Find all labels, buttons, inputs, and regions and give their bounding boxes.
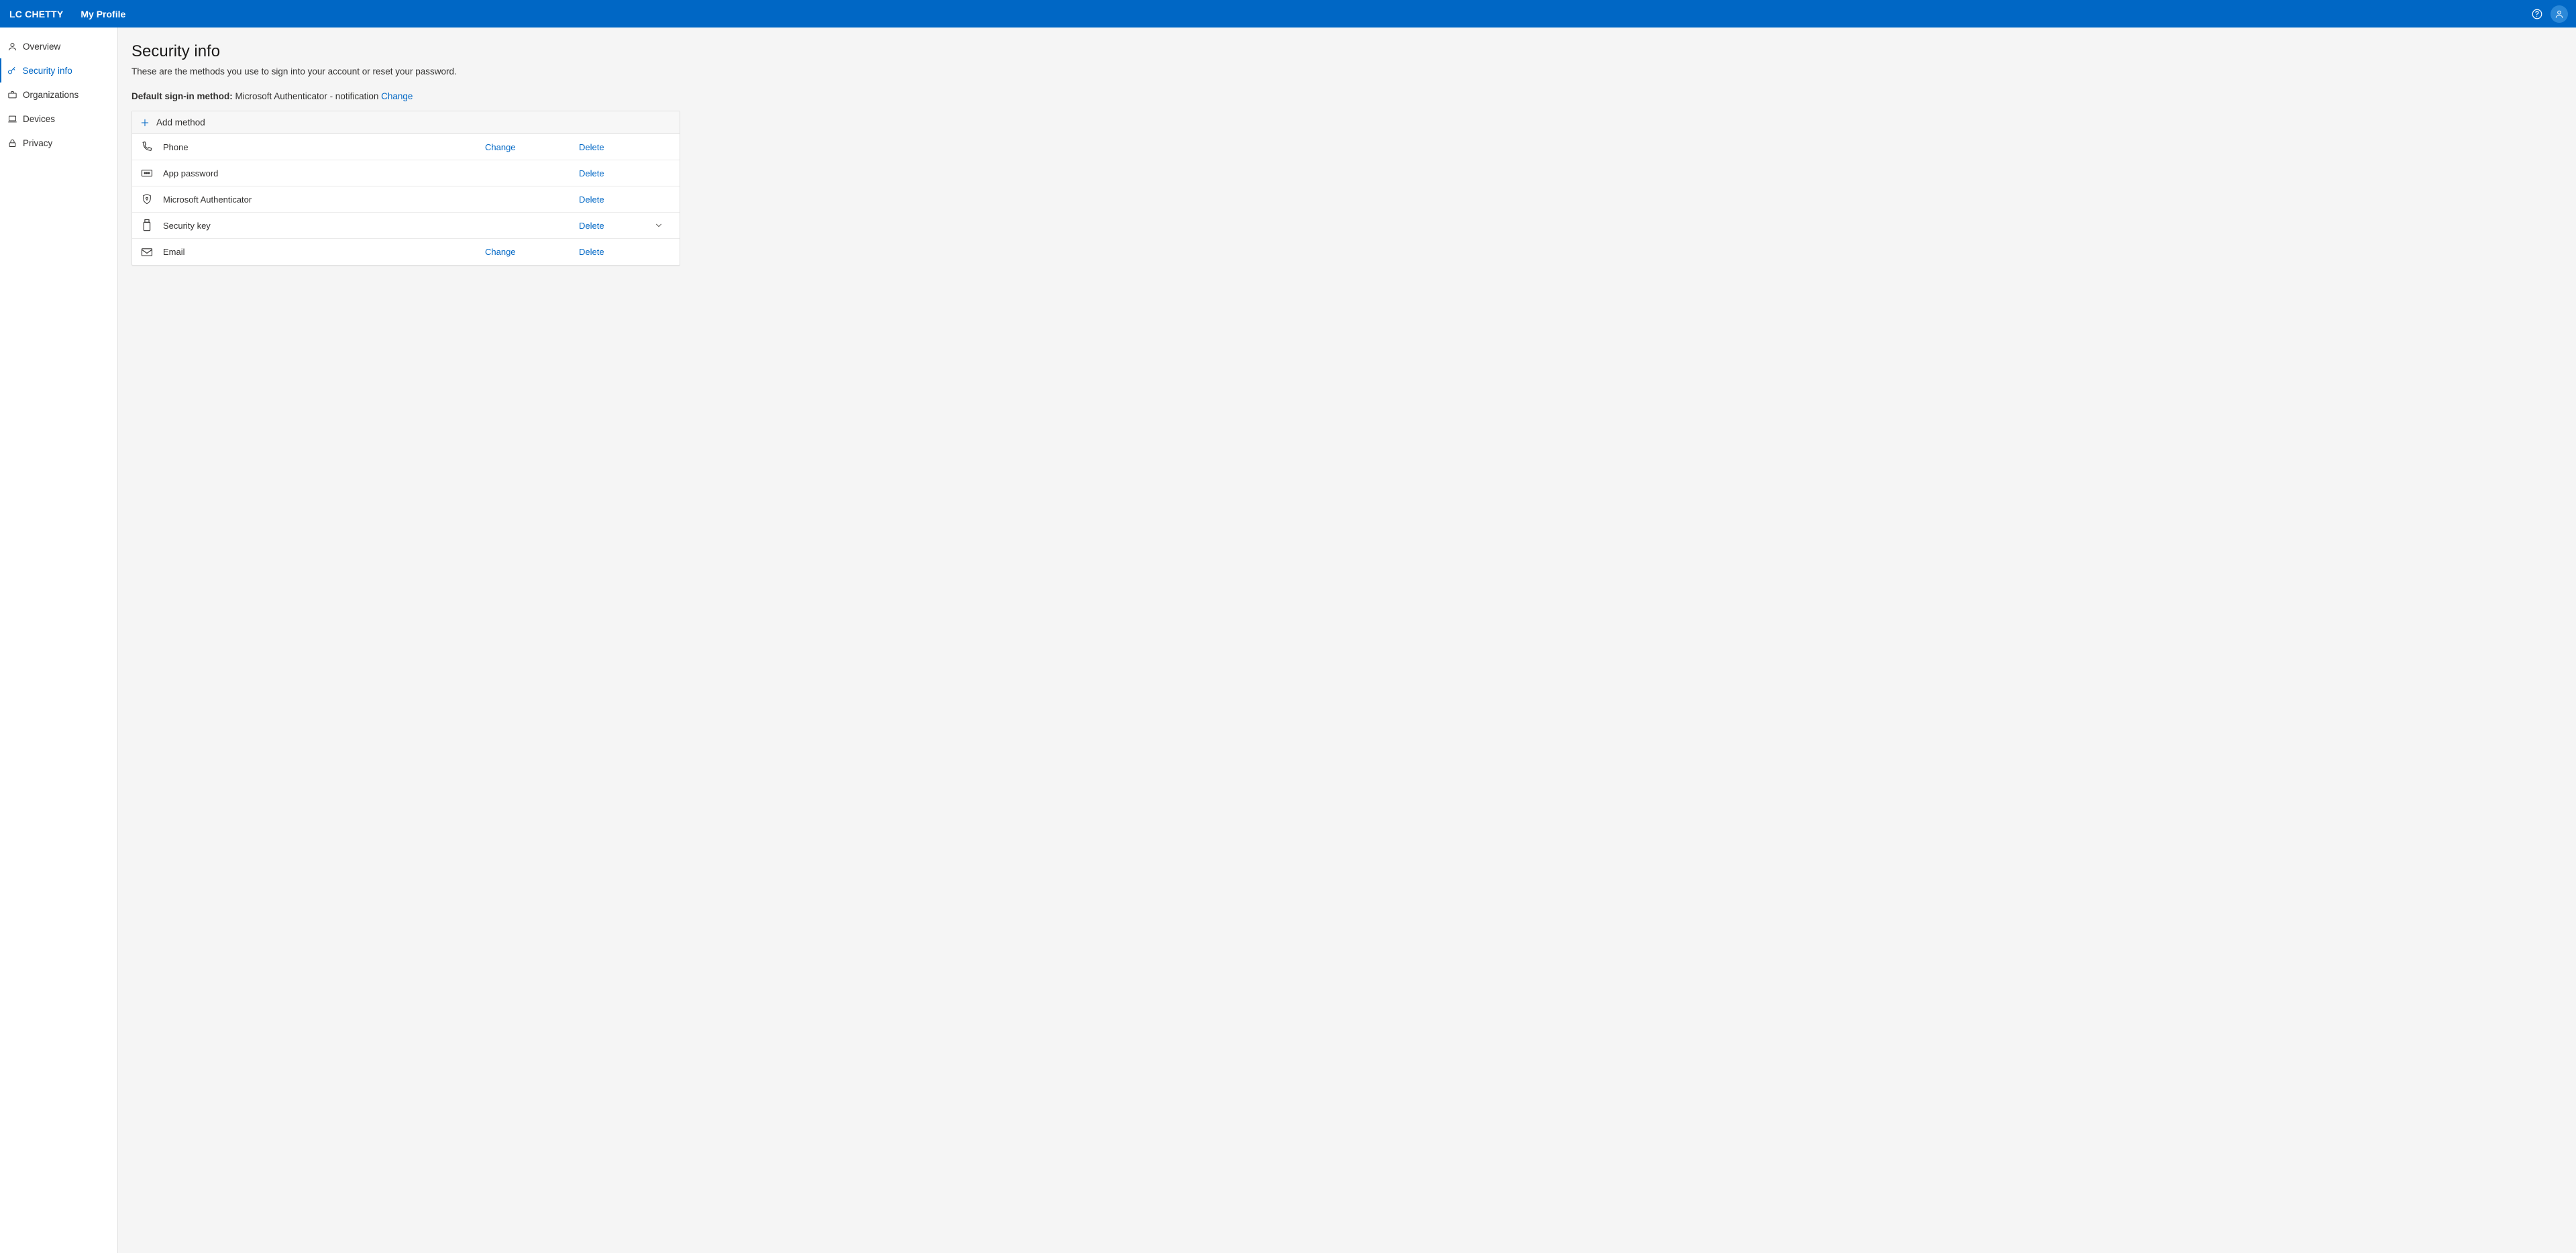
delete-link[interactable]: Delete <box>579 142 604 152</box>
sidebar-item-organizations[interactable]: Organizations <box>0 83 117 107</box>
methods-card: Add method Phone Change Delete App passw… <box>131 111 680 266</box>
method-row-authenticator: Microsoft Authenticator Delete <box>132 186 680 213</box>
method-name: Microsoft Authenticator <box>163 195 485 205</box>
phone-icon <box>140 140 154 154</box>
change-default-link[interactable]: Change <box>381 91 413 101</box>
default-method-value: Microsoft Authenticator - notification <box>233 91 381 101</box>
add-method-label: Add method <box>156 117 205 127</box>
app-name: My Profile <box>80 9 125 19</box>
change-link[interactable]: Change <box>485 142 516 152</box>
method-row-phone: Phone Change Delete <box>132 134 680 160</box>
briefcase-icon <box>7 89 17 100</box>
method-name: Email <box>163 247 485 257</box>
method-row-app-password: App password Delete <box>132 160 680 186</box>
sidebar-item-label: Security info <box>23 66 72 76</box>
delete-link[interactable]: Delete <box>579 247 604 257</box>
delete-link[interactable]: Delete <box>579 195 604 205</box>
sidebar: Overview Security info Organizations Dev… <box>0 28 118 1253</box>
mail-icon <box>140 246 154 259</box>
main-content: Security info These are the methods you … <box>118 28 2576 1253</box>
plus-icon <box>139 117 151 129</box>
default-method: Default sign-in method: Microsoft Authen… <box>131 91 2563 101</box>
sidebar-item-overview[interactable]: Overview <box>0 34 117 58</box>
page-title: Security info <box>131 42 2563 61</box>
password-icon <box>140 166 154 180</box>
sidebar-item-devices[interactable]: Devices <box>0 107 117 131</box>
usb-key-icon <box>140 219 154 232</box>
key-icon <box>7 65 17 76</box>
default-method-label: Default sign-in method: <box>131 91 233 101</box>
sidebar-item-security[interactable]: Security info <box>0 58 117 83</box>
expand-button[interactable] <box>654 221 663 230</box>
help-button[interactable] <box>2526 3 2548 25</box>
change-link[interactable]: Change <box>485 247 516 257</box>
add-method-button[interactable]: Add method <box>132 111 680 134</box>
sidebar-item-label: Privacy <box>23 138 52 148</box>
authenticator-icon <box>140 193 154 206</box>
avatar-button[interactable] <box>2551 5 2568 23</box>
method-row-security-key: Security key Delete <box>132 213 680 239</box>
method-name: App password <box>163 168 485 178</box>
help-icon <box>2531 8 2543 20</box>
delete-link[interactable]: Delete <box>579 168 604 178</box>
lock-icon <box>7 138 17 148</box>
method-name: Security key <box>163 221 485 231</box>
delete-link[interactable]: Delete <box>579 221 604 231</box>
sidebar-item-label: Organizations <box>23 90 78 100</box>
page-subtitle: These are the methods you use to sign in… <box>131 66 2563 76</box>
method-row-email: Email Change Delete <box>132 239 680 265</box>
chevron-down-icon <box>654 221 663 230</box>
person-icon <box>7 41 17 52</box>
person-icon <box>2555 9 2564 19</box>
sidebar-item-privacy[interactable]: Privacy <box>0 131 117 155</box>
method-name: Phone <box>163 142 485 152</box>
sidebar-item-label: Devices <box>23 114 55 124</box>
sidebar-item-label: Overview <box>23 42 60 52</box>
laptop-icon <box>7 113 17 124</box>
org-name: LC CHETTY <box>9 9 63 19</box>
app-header: LC CHETTY My Profile <box>0 0 2576 28</box>
